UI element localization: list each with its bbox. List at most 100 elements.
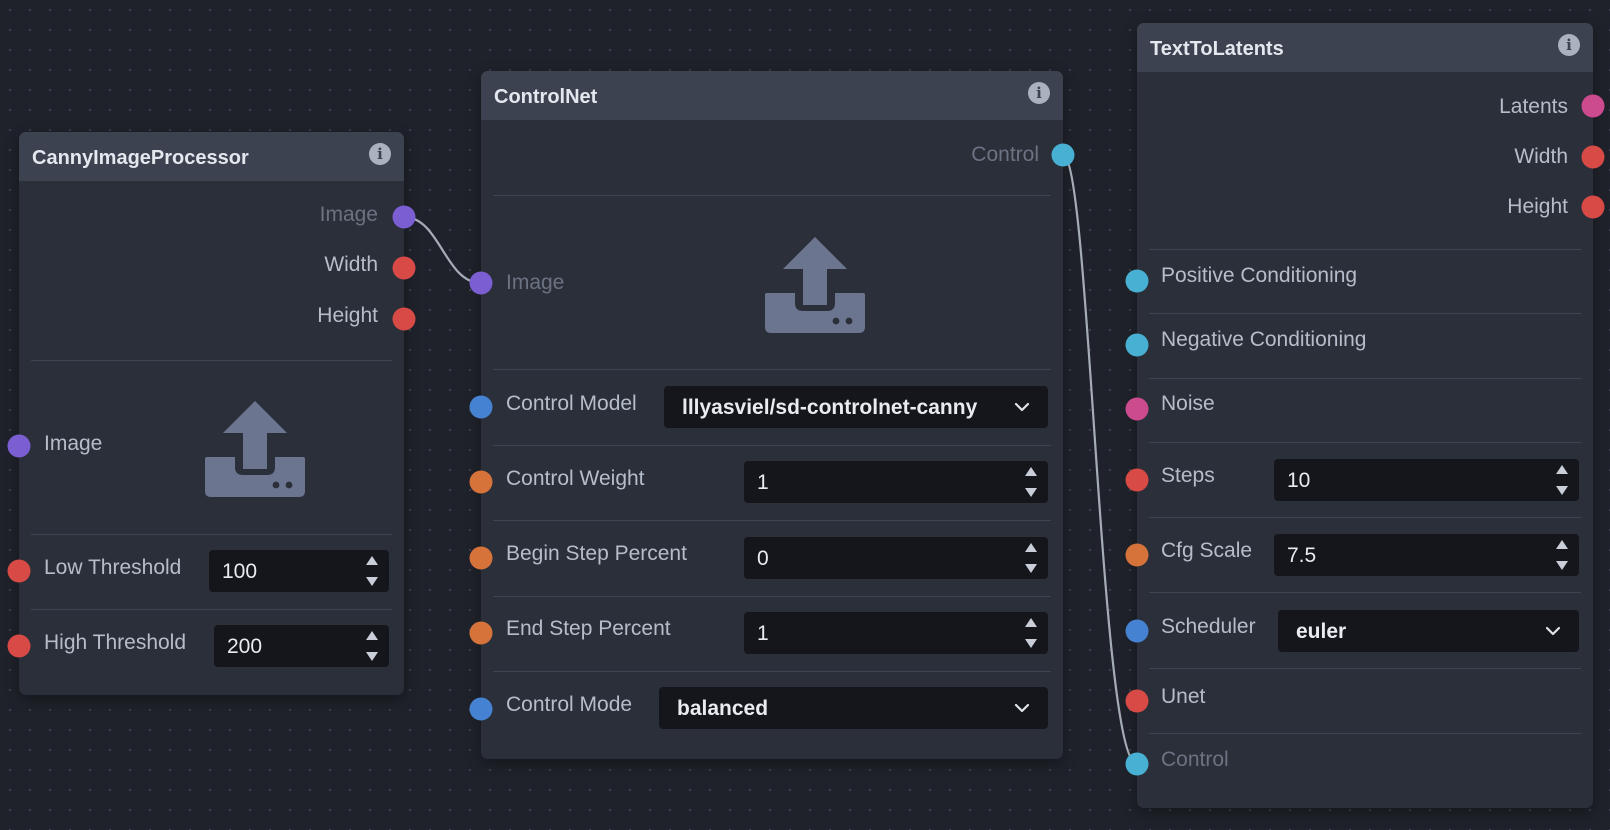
node-title: ControlNet [494, 86, 598, 108]
increment-icon[interactable] [365, 630, 379, 642]
input-label-high-threshold: High Threshold [44, 631, 187, 654]
handle-output-height[interactable] [392, 307, 416, 331]
divider [493, 195, 1051, 196]
controlnet-node-header[interactable]: ControlNet i [481, 71, 1063, 120]
handle-output-height[interactable] [1581, 195, 1605, 219]
input-label-negative-conditioning: Negative Conditioning [1161, 328, 1367, 351]
decrement-icon[interactable] [1024, 562, 1038, 574]
wire-controlnet-control-to-t2l-control[interactable] [1061, 153, 1138, 766]
control-weight-value: 1 [757, 471, 769, 494]
stepper [365, 630, 379, 662]
handle-input-unet[interactable] [1125, 689, 1149, 713]
controlnet-node[interactable]: ControlNet i Control Image Control Model… [481, 71, 1063, 759]
handle-input-image[interactable] [7, 434, 31, 458]
handle-input-noise[interactable] [1125, 397, 1149, 421]
handle-input-scheduler[interactable] [1125, 619, 1149, 643]
handle-input-steps[interactable] [1125, 468, 1149, 492]
t2l-node-header[interactable]: TextToLatents i [1137, 23, 1593, 72]
upload-icon[interactable] [765, 233, 865, 333]
begin-step-input[interactable]: 0 [744, 537, 1048, 579]
chevron-down-icon [1014, 701, 1030, 715]
increment-icon[interactable] [365, 555, 379, 567]
low-threshold-input[interactable]: 100 [209, 550, 389, 592]
handle-output-latents[interactable] [1581, 94, 1605, 118]
input-label-control-weight: Control Weight [506, 467, 645, 490]
divider [31, 360, 392, 361]
increment-icon[interactable] [1024, 542, 1038, 554]
increment-icon[interactable] [1024, 466, 1038, 478]
increment-icon[interactable] [1555, 464, 1569, 476]
handle-input-control-weight[interactable] [469, 470, 493, 494]
handle-input-end-step[interactable] [469, 621, 493, 645]
high-threshold-input[interactable]: 200 [214, 625, 389, 667]
divider [493, 596, 1051, 597]
divider [31, 609, 392, 610]
output-label-image: Image [319, 203, 378, 226]
decrement-icon[interactable] [1024, 637, 1038, 649]
end-step-value: 1 [757, 622, 769, 645]
handle-input-high-threshold[interactable] [7, 634, 31, 658]
handle-input-positive-conditioning[interactable] [1125, 269, 1149, 293]
handle-output-image[interactable] [392, 205, 416, 229]
handle-input-control[interactable] [1125, 752, 1149, 776]
decrement-icon[interactable] [1555, 559, 1569, 571]
control-mode-select[interactable]: balanced [659, 687, 1048, 729]
stepper [1024, 466, 1038, 498]
handle-output-width[interactable] [1581, 145, 1605, 169]
control-model-select[interactable]: lllyasviel/sd-controlnet-canny [664, 386, 1048, 428]
input-label-scheduler: Scheduler [1161, 615, 1256, 638]
upload-icon[interactable] [205, 397, 305, 497]
wire-canny-image-to-controlnet-image[interactable] [403, 215, 482, 285]
decrement-icon[interactable] [365, 575, 379, 587]
control-mode-value: balanced [677, 697, 769, 720]
info-icon[interactable]: i [369, 143, 391, 165]
increment-icon[interactable] [1555, 539, 1569, 551]
input-label-unet: Unet [1161, 685, 1206, 708]
input-label-control: Control [1161, 748, 1229, 771]
end-step-input[interactable]: 1 [744, 612, 1048, 654]
divider [493, 369, 1051, 370]
chevron-down-icon [1545, 624, 1561, 638]
decrement-icon[interactable] [1024, 486, 1038, 498]
divider [493, 520, 1051, 521]
input-label-control-model: Control Model [506, 392, 637, 415]
steps-input[interactable]: 10 [1274, 459, 1579, 501]
input-label-end-step: End Step Percent [506, 617, 671, 640]
divider [1149, 378, 1581, 379]
divider [1149, 517, 1581, 518]
handle-input-control-model[interactable] [469, 395, 493, 419]
handle-input-low-threshold[interactable] [7, 559, 31, 583]
handle-input-begin-step[interactable] [469, 546, 493, 570]
divider [1149, 249, 1581, 250]
input-label-image: Image [506, 271, 565, 294]
cfg-scale-input[interactable]: 7.5 [1274, 534, 1579, 576]
divider [1149, 592, 1581, 593]
input-label-positive-conditioning: Positive Conditioning [1161, 264, 1358, 287]
handle-output-control[interactable] [1051, 143, 1075, 167]
info-icon[interactable]: i [1558, 34, 1580, 56]
increment-icon[interactable] [1024, 617, 1038, 629]
canny-node[interactable]: CannyImageProcessor i Image Width Height… [19, 132, 404, 695]
input-label-image: Image [44, 432, 103, 455]
handle-input-negative-conditioning[interactable] [1125, 333, 1149, 357]
cfg-scale-value: 7.5 [1287, 544, 1317, 567]
text-to-latents-node[interactable]: TextToLatents i Latents Width Height Pos… [1137, 23, 1593, 808]
handle-input-cfg-scale[interactable] [1125, 543, 1149, 567]
scheduler-select[interactable]: euler [1278, 610, 1579, 652]
input-label-steps: Steps [1161, 464, 1215, 487]
output-label-height: Height [317, 304, 378, 327]
input-label-control-mode: Control Mode [506, 693, 633, 716]
canny-node-header[interactable]: CannyImageProcessor i [19, 132, 404, 181]
node-title: TextToLatents [1150, 38, 1284, 60]
stepper [1024, 542, 1038, 574]
control-model-value: lllyasviel/sd-controlnet-canny [682, 396, 978, 419]
handle-input-image[interactable] [469, 271, 493, 295]
divider [1149, 442, 1581, 443]
handle-output-width[interactable] [392, 256, 416, 280]
info-icon[interactable]: i [1028, 82, 1050, 104]
output-label-height: Height [1507, 195, 1568, 218]
control-weight-input[interactable]: 1 [744, 461, 1048, 503]
decrement-icon[interactable] [1555, 484, 1569, 496]
handle-input-control-mode[interactable] [469, 697, 493, 721]
decrement-icon[interactable] [365, 650, 379, 662]
